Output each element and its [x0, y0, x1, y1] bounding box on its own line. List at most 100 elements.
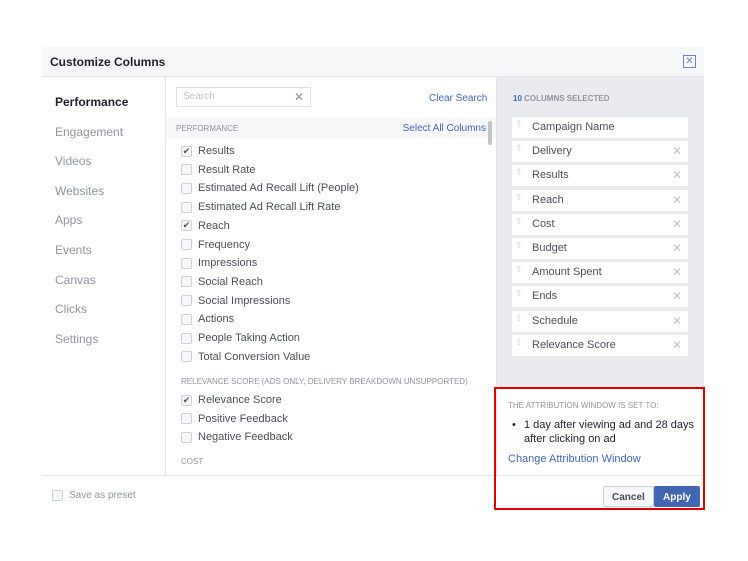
checkbox-label: Total Conversion Value: [198, 350, 311, 363]
checkbox[interactable]: [181, 332, 192, 344]
column-name: Results: [532, 169, 569, 182]
column-name: Amount Spent: [532, 266, 602, 279]
checkbox-row[interactable]: Social Reach: [181, 276, 263, 288]
checkbox-row[interactable]: Result Rate: [181, 164, 255, 176]
drag-handle-icon[interactable]: ⁞⁞: [517, 216, 525, 225]
checkbox-label: Social Impressions: [198, 294, 291, 307]
checkbox[interactable]: [181, 164, 192, 176]
remove-icon[interactable]: ✕: [672, 144, 682, 158]
search-placeholder: Search: [183, 91, 215, 102]
selected-columns-panel: 10 COLUMNS SELECTED ⁞⁞ Campaign Name ⁞⁞ Del…: [497, 77, 704, 387]
column-name: Reach: [532, 193, 564, 206]
checkbox-row[interactable]: Estimated Ad Recall Lift Rate: [181, 201, 340, 213]
selected-column-item[interactable]: ⁞⁞ Results ✕: [512, 165, 688, 187]
checkbox-row[interactable]: ✔ Results: [181, 145, 235, 157]
close-icon[interactable]: ✕: [683, 55, 696, 68]
column-name: Campaign Name: [532, 121, 615, 133]
remove-icon[interactable]: ✕: [672, 217, 682, 231]
selected-column-item[interactable]: ⁞⁞ Campaign Name: [512, 117, 688, 138]
nav-item-settings[interactable]: Settings: [55, 332, 98, 346]
checkbox-row[interactable]: ✔ Relevance Score: [181, 394, 282, 406]
checkbox-checked[interactable]: ✔: [181, 220, 192, 232]
checkbox[interactable]: [181, 257, 192, 269]
remove-icon[interactable]: ✕: [672, 338, 682, 352]
save-as-preset-checkbox[interactable]: Save as preset: [52, 490, 136, 501]
checkbox-row[interactable]: Actions: [181, 313, 234, 325]
drag-handle-icon[interactable]: ⁞⁞: [517, 241, 525, 250]
checkbox-row[interactable]: Impressions: [181, 257, 257, 269]
checkbox[interactable]: [52, 490, 63, 501]
checkbox[interactable]: [181, 239, 192, 250]
remove-icon[interactable]: ✕: [672, 265, 682, 279]
clear-x-icon[interactable]: ✕: [294, 90, 304, 104]
checkbox[interactable]: [181, 295, 192, 307]
checkbox[interactable]: [181, 276, 192, 288]
section-header-cost: COST: [181, 457, 204, 466]
checkbox-label: Negative Feedback: [198, 431, 293, 444]
scrollbar[interactable]: [488, 121, 492, 145]
nav-item-canvas[interactable]: Canvas: [55, 273, 96, 287]
selected-column-item[interactable]: ⁞⁞ Cost ✕: [512, 213, 688, 235]
checkbox-row[interactable]: Positive Feedback: [181, 413, 288, 425]
checkbox-label: Positive Feedback: [198, 412, 288, 425]
checkbox-row[interactable]: ✔ Reach: [181, 220, 230, 232]
drag-handle-icon[interactable]: ⁞⁞: [517, 313, 525, 322]
nav-item-clicks[interactable]: Clicks: [55, 302, 87, 316]
selected-column-item[interactable]: ⁞⁞ Reach ✕: [512, 189, 688, 211]
nav-item-performance[interactable]: Performance: [55, 95, 128, 109]
drag-handle-icon[interactable]: ⁞⁞: [517, 144, 525, 153]
checkbox-label: Social Reach: [198, 275, 263, 288]
drag-handle-icon[interactable]: ⁞⁞: [517, 265, 525, 274]
checkbox-label: Estimated Ad Recall Lift Rate: [198, 201, 341, 214]
selected-column-item[interactable]: ⁞⁞ Amount Spent ✕: [512, 262, 688, 284]
section-title: PERFORMANCE: [176, 124, 239, 133]
checkbox-label: Frequency: [198, 238, 250, 251]
remove-icon[interactable]: ✕: [672, 314, 682, 328]
nav-item-engagement[interactable]: Engagement: [55, 125, 123, 139]
nav-item-websites[interactable]: Websites: [55, 184, 104, 198]
checkbox-row[interactable]: People Taking Action: [181, 332, 300, 344]
drag-handle-icon[interactable]: ⁞⁞: [517, 192, 525, 201]
cancel-button[interactable]: Cancel: [603, 486, 654, 507]
nav-item-apps[interactable]: Apps: [55, 213, 82, 227]
nav-item-videos[interactable]: Videos: [55, 154, 91, 168]
checkbox-row[interactable]: Estimated Ad Recall Lift (People): [181, 182, 359, 194]
checkbox[interactable]: [181, 182, 192, 194]
checkbox-label: Estimated Ad Recall Lift (People): [198, 182, 359, 195]
selected-column-item[interactable]: ⁞⁞ Schedule ✕: [512, 310, 688, 332]
change-attribution-window-link[interactable]: Change Attribution Window: [508, 453, 641, 465]
checkbox-checked[interactable]: ✔: [181, 145, 192, 157]
column-name: Relevance Score: [532, 338, 616, 351]
column-name: Cost: [532, 217, 555, 230]
checkbox-checked[interactable]: ✔: [181, 394, 192, 406]
checkbox-row[interactable]: Total Conversion Value: [181, 351, 310, 363]
section-header-performance: PERFORMANCE Select All Columns: [166, 118, 496, 138]
drag-handle-icon[interactable]: ⁞⁞: [517, 289, 525, 298]
select-all-columns-link[interactable]: Select All Columns: [403, 123, 486, 134]
apply-button[interactable]: Apply: [654, 486, 700, 507]
selected-column-item[interactable]: ⁞⁞ Relevance Score ✕: [512, 334, 688, 356]
dialog-title: Customize Columns: [50, 55, 166, 69]
remove-icon[interactable]: ✕: [672, 193, 682, 207]
selected-column-item[interactable]: ⁞⁞ Ends ✕: [512, 286, 688, 308]
checkbox-row[interactable]: Frequency: [181, 239, 250, 251]
clear-search-link[interactable]: Clear Search: [429, 93, 487, 104]
selected-column-item[interactable]: ⁞⁞ Delivery ✕: [512, 141, 688, 163]
checkbox[interactable]: [181, 351, 192, 363]
checkbox[interactable]: [181, 313, 192, 325]
drag-handle-icon[interactable]: ⁞⁞: [517, 120, 525, 129]
nav-item-events[interactable]: Events: [55, 243, 92, 257]
drag-handle-icon[interactable]: ⁞⁞: [517, 337, 525, 346]
checkbox-row[interactable]: Social Impressions: [181, 295, 290, 307]
remove-icon[interactable]: ✕: [672, 289, 682, 303]
search-input[interactable]: Search ✕: [176, 87, 311, 107]
checkbox[interactable]: [181, 201, 192, 213]
selected-column-item[interactable]: ⁞⁞ Budget ✕: [512, 238, 688, 259]
drag-handle-icon[interactable]: ⁞⁞: [517, 168, 525, 177]
checkbox[interactable]: [181, 413, 192, 425]
remove-icon[interactable]: ✕: [672, 241, 682, 255]
remove-icon[interactable]: ✕: [672, 168, 682, 182]
checkbox[interactable]: [181, 431, 192, 443]
attribution-text: 1 day after viewing ad and 28 days after…: [508, 418, 698, 446]
checkbox-row[interactable]: Negative Feedback: [181, 431, 293, 443]
